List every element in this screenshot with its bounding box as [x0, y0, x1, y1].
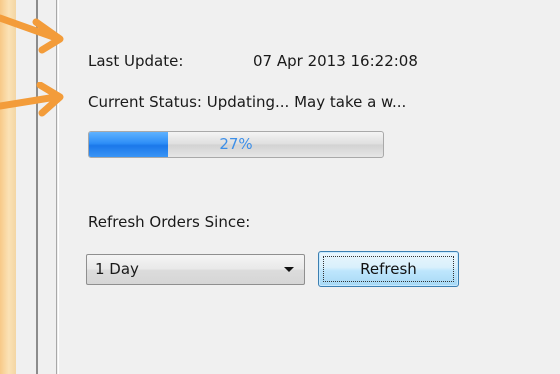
progress-percent-label: 27% — [219, 135, 253, 153]
annotation-arrow-icon — [0, 14, 64, 54]
refresh-button[interactable]: Refresh — [318, 251, 459, 287]
refresh-orders-panel: Last Update: 07 Apr 2013 16:22:08 Curren… — [0, 0, 560, 374]
chevron-down-icon — [284, 267, 294, 272]
current-status-text: Current Status: Updating... May take a w… — [88, 93, 407, 111]
splitter-line — [36, 0, 38, 374]
annotation-arrow-icon — [0, 82, 64, 117]
refresh-since-dropdown[interactable]: 1 Day — [86, 254, 305, 285]
update-progress-bar: 27% — [88, 131, 384, 158]
panel-splitter[interactable] — [16, 0, 59, 374]
left-panel-edge — [0, 0, 17, 374]
splitter-line — [58, 0, 59, 374]
dropdown-selected-value: 1 Day — [95, 260, 139, 278]
refresh-orders-since-label: Refresh Orders Since: — [88, 213, 251, 231]
splitter-line — [56, 0, 57, 374]
refresh-button-label: Refresh — [323, 256, 454, 282]
last-update-value: 07 Apr 2013 16:22:08 — [253, 52, 418, 70]
last-update-label: Last Update: — [88, 52, 184, 70]
